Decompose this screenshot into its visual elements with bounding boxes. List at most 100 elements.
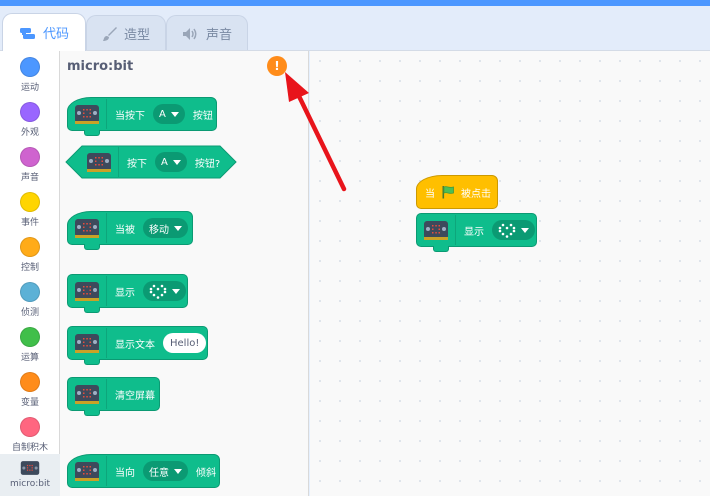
- gesture-dropdown[interactable]: 移动: [143, 218, 188, 238]
- dropdown-caret-icon: [172, 288, 180, 294]
- category-sound-label: 声音: [20, 173, 39, 183]
- direction-dropdown[interactable]: 任意: [143, 461, 188, 481]
- block-notch: [84, 410, 100, 416]
- block-text: 当: [425, 188, 435, 200]
- block-when-button-pressed[interactable]: 当按下 A 按钮: [67, 97, 217, 136]
- matrix-dropdown[interactable]: [143, 281, 186, 301]
- block-text: 当被: [115, 224, 135, 236]
- dropdown-caret-icon: [174, 468, 182, 474]
- microbit-board-icon: [75, 282, 99, 301]
- block-when-gesture[interactable]: 当被 移动: [67, 211, 193, 250]
- dropdown-caret-icon: [170, 111, 179, 117]
- dropdown-caret-icon: [174, 225, 182, 231]
- category-sensing[interactable]: 侦测: [0, 278, 60, 323]
- block-text: 当向: [115, 467, 135, 479]
- brush-icon: [102, 26, 117, 41]
- microbit-board-icon: [424, 221, 448, 240]
- category-sensing-label: 侦测: [20, 308, 39, 318]
- block-text: 按钮: [192, 110, 213, 122]
- heart-matrix-icon: [149, 284, 167, 299]
- editor-tabs: 代码 造型 声音: [0, 6, 710, 51]
- microbit-board-icon: [75, 105, 99, 124]
- category-looks[interactable]: 外观: [0, 98, 60, 143]
- microbit-board-icon: [75, 385, 99, 404]
- block-when-tilted[interactable]: 当向 任意 倾斜: [67, 454, 220, 488]
- script-block-display-matrix[interactable]: 显示: [416, 213, 537, 252]
- block-separator: [106, 328, 107, 358]
- block-separator: [106, 379, 107, 409]
- category-microbit-label: micro:bit: [10, 479, 50, 489]
- button-dropdown[interactable]: A: [153, 104, 185, 124]
- block-text: 清空屏幕: [115, 390, 155, 402]
- microbit-board-icon: [75, 219, 99, 238]
- category-sensing-dot: [20, 282, 40, 302]
- code-icon: [19, 27, 35, 39]
- category-variables[interactable]: 变量: [0, 368, 60, 413]
- dropdown-value: A: [161, 156, 168, 168]
- block-notch: [84, 244, 100, 250]
- category-control-dot: [20, 237, 40, 257]
- code-workspace[interactable]: 当 被点击 显示: [310, 51, 710, 496]
- category-motion-dot: [20, 57, 40, 77]
- block-text: 被点击: [461, 188, 491, 200]
- category-my-blocks-label: 自制积木: [11, 443, 48, 453]
- editor-main: 运动 外观 声音 事件 控制 侦测 运算 变量 自制积木 micro:bit m…: [0, 50, 710, 496]
- block-text: 倾斜: [196, 467, 216, 479]
- block-palette: micro:bit ! 当按下 A 按钮 按下 A 按钮? 当被 移动 显示 显…: [60, 51, 309, 496]
- block-is-button-pressed[interactable]: 按下 A 按钮?: [80, 145, 228, 179]
- block-notch: [84, 307, 100, 313]
- matrix-dropdown[interactable]: [492, 220, 535, 240]
- category-events[interactable]: 事件: [0, 188, 60, 233]
- button-dropdown[interactable]: A: [155, 152, 187, 172]
- category-my-blocks-dot: [20, 417, 40, 437]
- green-flag-icon: [442, 186, 454, 199]
- category-sound-dot: [20, 147, 40, 167]
- tab-costume-label: 造型: [123, 28, 150, 43]
- dropdown-caret-icon: [172, 159, 181, 165]
- dropdown-value: A: [159, 108, 166, 120]
- category-control-label: 控制: [20, 263, 39, 273]
- heart-matrix-icon: [498, 223, 516, 238]
- block-text: 按下: [127, 158, 147, 170]
- microbit-board-icon: [87, 153, 111, 172]
- microbit-icon: [20, 461, 40, 475]
- tab-code[interactable]: 代码: [2, 13, 86, 51]
- block-text: 按钮?: [194, 158, 221, 170]
- block-separator: [106, 276, 107, 306]
- block-text: 当按下: [115, 110, 145, 122]
- block-notch: [433, 246, 449, 252]
- text-input[interactable]: Hello!: [163, 333, 207, 353]
- category-control[interactable]: 控制: [0, 233, 60, 278]
- category-motion-label: 运动: [20, 83, 39, 93]
- category-motion[interactable]: 运动: [0, 53, 60, 98]
- category-variables-dot: [20, 372, 40, 392]
- block-display-matrix[interactable]: 显示: [67, 274, 188, 313]
- category-events-label: 事件: [20, 218, 39, 228]
- block-separator: [455, 215, 456, 245]
- block-text: 显示: [115, 287, 135, 299]
- category-menu: 运动 外观 声音 事件 控制 侦测 运算 变量 自制积木 micro:bit: [0, 51, 60, 496]
- tab-sound[interactable]: 声音: [166, 15, 248, 51]
- block-clear-screen[interactable]: 清空屏幕: [67, 377, 160, 416]
- category-events-dot: [20, 192, 40, 212]
- dropdown-value: 移动: [149, 224, 169, 236]
- category-microbit[interactable]: micro:bit: [0, 454, 60, 496]
- tab-costume[interactable]: 造型: [86, 15, 166, 51]
- block-separator: [106, 456, 107, 486]
- block-text: 显示: [464, 226, 484, 238]
- category-operators[interactable]: 运算: [0, 323, 60, 368]
- block-separator: [106, 99, 107, 129]
- category-looks-label: 外观: [20, 128, 39, 138]
- palette-title: micro:bit: [67, 59, 134, 74]
- block-display-text[interactable]: 显示文本 Hello!: [67, 326, 208, 365]
- category-looks-dot: [20, 102, 40, 122]
- category-variables-label: 变量: [20, 398, 39, 408]
- microbit-board-icon: [75, 462, 99, 481]
- category-my-blocks[interactable]: 自制积木: [0, 413, 60, 458]
- category-sound[interactable]: 声音: [0, 143, 60, 188]
- tab-code-label: 代码: [42, 27, 69, 42]
- warning-icon[interactable]: !: [267, 56, 287, 76]
- block-notch: [84, 130, 100, 136]
- dropdown-value: 任意: [149, 467, 169, 479]
- block-when-flag-clicked[interactable]: 当 被点击: [416, 175, 498, 209]
